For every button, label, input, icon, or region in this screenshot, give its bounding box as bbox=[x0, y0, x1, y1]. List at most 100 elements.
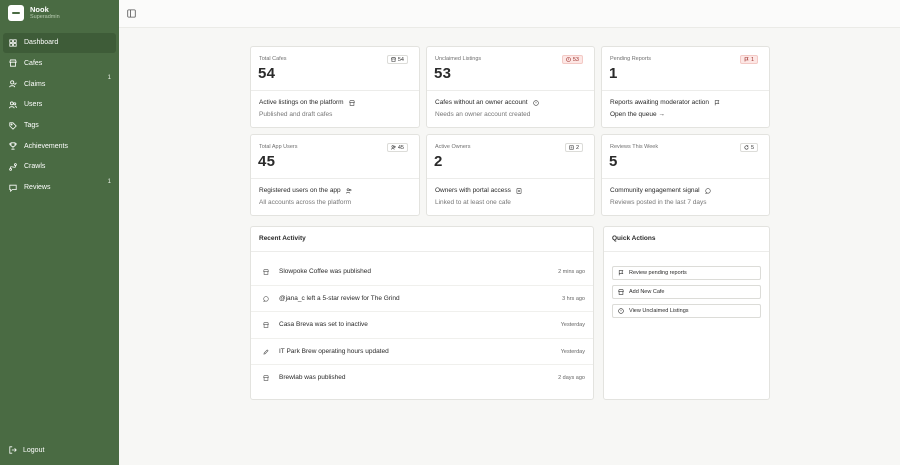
sidebar-nav: Dashboard Cafes Claims 1 Users Tags Achi… bbox=[3, 33, 116, 199]
sidebar-item-crawls[interactable]: Crawls bbox=[3, 157, 116, 177]
stat-heading: Active listings on the platform bbox=[259, 99, 355, 106]
stat-heading: Community engagement signal bbox=[610, 187, 711, 194]
sidebar-item-reviews[interactable]: Reviews 1 bbox=[3, 178, 116, 198]
stat-card-unclaimed-listings[interactable]: Unclaimed Listings 53 53 Cafes without a… bbox=[426, 46, 595, 128]
divider bbox=[604, 251, 769, 252]
brand-subtitle: Superadmin bbox=[30, 14, 60, 20]
activity-text: Brewlab was published bbox=[279, 374, 346, 381]
stat-heading: Registered users on the app bbox=[259, 187, 352, 194]
view-unclaimed-listings-button[interactable]: View Unclaimed Listings bbox=[612, 304, 761, 318]
stat-label: Pending Reports bbox=[610, 56, 651, 62]
activity-time: 2 days ago bbox=[558, 375, 585, 381]
flag-icon bbox=[618, 270, 624, 276]
stat-description: Linked to at least one cafe bbox=[435, 199, 511, 206]
activity-row: Slowpoke Coffee was published 2 mins ago bbox=[251, 259, 593, 286]
message-icon bbox=[263, 295, 269, 302]
trophy-icon bbox=[9, 142, 17, 150]
home-icon bbox=[9, 39, 17, 47]
nook-logo-icon bbox=[8, 5, 24, 21]
stat-value: 1 bbox=[609, 65, 618, 82]
sidebar-item-tags[interactable]: Tags bbox=[3, 116, 116, 136]
flag-icon bbox=[714, 99, 720, 105]
topbar bbox=[119, 0, 900, 28]
id-card-icon bbox=[569, 145, 574, 150]
sidebar-item-label: Crawls bbox=[24, 163, 46, 171]
stat-label: Active Owners bbox=[435, 144, 471, 150]
activity-row: @jana_c left a 5-star review for The Gri… bbox=[251, 286, 593, 312]
sidebar-item-achievements[interactable]: Achievements bbox=[3, 136, 116, 156]
stat-card-total-cafes[interactable]: Total Cafes 54 54 Active listings on the… bbox=[250, 46, 420, 128]
stat-card-reviews-this-week[interactable]: Reviews This Week 5 5 Community engageme… bbox=[601, 134, 770, 216]
stat-value: 54 bbox=[258, 65, 276, 82]
alert-circle-icon bbox=[566, 57, 571, 62]
users-icon bbox=[345, 187, 352, 194]
claims-count-badge: 1 bbox=[107, 75, 111, 82]
divider bbox=[251, 251, 593, 252]
open-queue-link[interactable]: Open the queue → bbox=[610, 111, 665, 118]
activity-time: 2 mins ago bbox=[558, 269, 585, 275]
stat-label: Total Cafes bbox=[259, 56, 287, 62]
refresh-icon bbox=[744, 145, 749, 150]
store-icon bbox=[9, 59, 17, 68]
message-icon bbox=[9, 184, 17, 192]
tag-icon bbox=[9, 121, 17, 130]
activity-row: Brewlab was published 2 days ago bbox=[251, 365, 593, 392]
review-pending-reports-button[interactable]: Review pending reports bbox=[612, 266, 761, 280]
users-icon bbox=[9, 101, 17, 109]
activity-time: Yesterday bbox=[560, 348, 585, 355]
store-icon bbox=[348, 99, 355, 106]
logout-button[interactable]: Logout bbox=[9, 446, 44, 454]
sidebar-item-label: Reviews bbox=[24, 184, 51, 192]
add-new-cafe-button[interactable]: Add New Cafe bbox=[612, 285, 761, 299]
activity-row: IT Park Brew operating hours updated Yes… bbox=[251, 339, 593, 365]
sidebar-item-users[interactable]: Users bbox=[3, 95, 116, 115]
stat-card-total-app-users[interactable]: Total App Users 45 45 Registered users o… bbox=[250, 134, 420, 216]
stat-badge: 54 bbox=[386, 55, 408, 64]
stat-badge: 2 bbox=[564, 143, 583, 152]
activity-text: IT Park Brew operating hours updated bbox=[279, 347, 389, 355]
sidebar-item-label: Dashboard bbox=[24, 39, 59, 47]
activity-text: Casa Breva was set to inactive bbox=[279, 321, 368, 328]
stat-label: Unclaimed Listings bbox=[435, 56, 482, 62]
sidebar-item-label: Users bbox=[24, 101, 43, 109]
stat-label: Reviews This Week bbox=[610, 144, 659, 150]
stat-card-active-owners[interactable]: Active Owners 2 2 Owners with portal acc… bbox=[426, 134, 595, 216]
user-check-icon bbox=[9, 80, 17, 88]
brand-name: Nook bbox=[30, 5, 49, 14]
sidebar-item-dashboard[interactable]: Dashboard bbox=[3, 33, 116, 53]
pencil-icon bbox=[263, 348, 269, 355]
brand[interactable]: Nook Superadmin bbox=[8, 5, 60, 21]
logout-label: Logout bbox=[23, 446, 45, 454]
flag-icon bbox=[744, 57, 749, 62]
quick-actions-title: Quick Actions bbox=[612, 235, 656, 242]
route-icon bbox=[9, 163, 17, 171]
stat-heading: Owners with portal access bbox=[435, 187, 522, 194]
logout-icon bbox=[9, 446, 17, 454]
activity-time: Yesterday bbox=[560, 322, 585, 328]
stat-value: 2 bbox=[434, 153, 443, 170]
store-icon bbox=[263, 269, 269, 275]
users-icon bbox=[390, 145, 396, 150]
id-card-icon bbox=[516, 187, 522, 194]
sidebar-item-label: Tags bbox=[24, 122, 39, 129]
activity-time: 3 hrs ago bbox=[562, 295, 585, 302]
stat-heading: Reports awaiting moderator action bbox=[610, 99, 720, 106]
recent-activity-panel: Recent Activity Slowpoke Coffee was publ… bbox=[250, 226, 594, 400]
stat-description: Published and draft cafes bbox=[259, 111, 333, 118]
sidebar-toggle-icon[interactable] bbox=[127, 9, 136, 18]
store-icon bbox=[390, 57, 396, 62]
sidebar-item-label: Claims bbox=[24, 80, 46, 88]
activity-text: Slowpoke Coffee was published bbox=[279, 268, 372, 275]
sidebar-item-cafes[interactable]: Cafes bbox=[3, 54, 116, 74]
activity-text: @jana_c left a 5-star review for The Gri… bbox=[279, 294, 400, 302]
store-icon bbox=[263, 375, 269, 381]
stat-value: 53 bbox=[434, 65, 452, 82]
store-icon bbox=[618, 289, 624, 295]
stat-card-pending-reports[interactable]: Pending Reports 1 1 Reports awaiting mod… bbox=[601, 46, 770, 128]
store-icon bbox=[263, 322, 269, 328]
stat-value: 45 bbox=[258, 153, 276, 170]
sidebar-item-claims[interactable]: Claims 1 bbox=[3, 74, 116, 94]
stat-badge: 1 bbox=[739, 55, 758, 64]
stat-description: All accounts across the platform bbox=[259, 199, 352, 206]
sidebar-item-label: Achievements bbox=[24, 142, 68, 150]
